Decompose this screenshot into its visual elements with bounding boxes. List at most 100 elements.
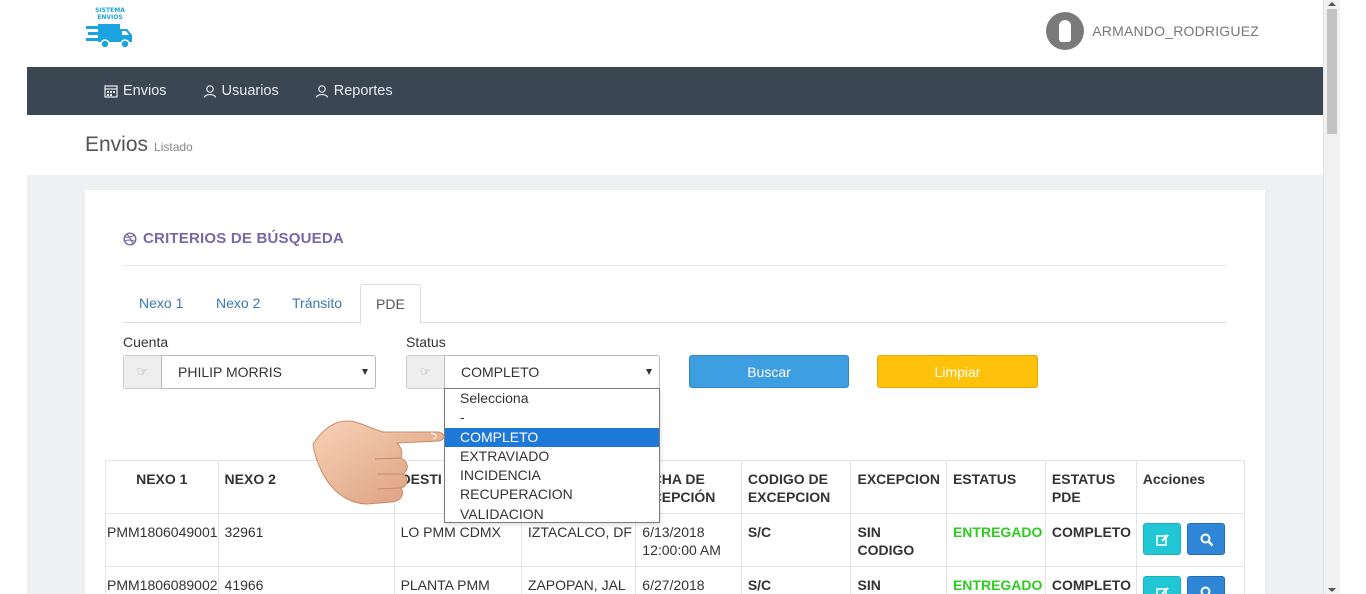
tab-nexo1[interactable]: Nexo 1 [124,284,198,323]
brand-line1: SISTEMA [95,7,125,14]
brand-line2: ENVIOS [97,14,123,21]
status-select[interactable]: COMPLETO [444,355,660,389]
buscar-button[interactable]: Buscar [689,355,849,388]
tab-pde[interactable]: PDE [360,284,421,324]
status-option-selected[interactable]: COMPLETO [445,427,659,447]
brand-logo-text: SISTEMA ENVIOS [93,7,127,21]
col-estatus[interactable]: ESTATUS [945,460,1046,514]
nav-usuarios-label: Usuarios [221,83,279,99]
cell-estatus-pde: COMPLETO [1044,513,1137,567]
scrollbar-thumb[interactable] [1327,9,1337,134]
page-subtitle: Listado [154,140,193,154]
divider [123,265,1226,266]
col-acciones: Acciones [1135,460,1246,514]
edit-button[interactable] [1142,523,1181,555]
caret-down-icon [646,369,652,375]
cell-nexo2: 41966 [217,566,395,594]
view-button[interactable] [1186,523,1225,555]
col-pde-l1: ESTATUS [1051,471,1116,487]
top-header: SISTEMA ENVIOS ARMANDO_RODRIGUEZ [27,0,1323,67]
cell-estatus: ENTREGADO [945,566,1046,594]
col-codigo[interactable]: CODIGO DE EXCEPCION [740,460,852,514]
avatar [1046,12,1085,50]
hand-point-icon: ☞ [123,355,161,389]
status-option[interactable]: INCIDENCIA [445,466,659,485]
truck-icon [86,24,132,49]
dribbble-icon [123,231,137,246]
cell-destino: PLANTA PMM [393,566,522,594]
status-group: ☞ COMPLETO [406,355,660,389]
cell-nexo2: 32961 [217,513,395,567]
calendar-icon [104,85,118,98]
scroll-up-icon[interactable] [1328,2,1336,6]
nav-reportes-label: Reportes [333,83,393,99]
col-estatus-pde[interactable]: ESTATUS PDE [1044,460,1137,514]
caret-down-icon [362,369,368,375]
table-row: PMM1806089002 41966 PLANTA PMM ZAPOPAN, … [105,566,1246,594]
cell-nexo1: PMM1806049001 [105,513,219,567]
col-codigo-l1: CODIGO DE [747,471,828,487]
envios-table: NEXO 1 NEXO 2 DESTI ECHA DE ECEPCIÓN CODI… [105,460,1246,594]
cell-codigo: S/C [740,566,852,594]
search-tabs: Nexo 1 Nexo 2 Tránsito PDE [123,284,1226,324]
cell-acciones [1135,513,1246,567]
cell-fecha: 6/27/2018 [635,566,742,594]
cell-excepcion: SIN CODIGO [850,513,947,567]
nav-reportes[interactable]: Reportes [315,83,393,99]
col-nexo1[interactable]: NEXO 1 [105,460,219,514]
cell-exc-l1: SIN [857,524,881,540]
search-icon [1200,533,1214,547]
status-option[interactable]: - [445,408,659,427]
tab-nexo2[interactable]: Nexo 2 [201,284,275,323]
page-title: Envios Listado [85,133,193,157]
edit-icon [1155,587,1169,594]
page-title-text: Envios [85,133,149,156]
col-pde-l2: PDE [1051,489,1081,505]
view-button[interactable] [1186,576,1225,594]
status-select-value: COMPLETO [461,364,540,380]
tab-transito[interactable]: Tránsito [277,284,357,323]
users-icon [203,85,216,98]
status-label: Status [406,334,446,350]
cell-ciudad: ZAPOPAN, JAL [520,566,637,594]
cuenta-select[interactable]: PHILIP MORRIS [161,355,376,389]
edit-icon [1155,534,1169,546]
search-criteria-heading: CRITERIOS DE BÚSQUEDA [123,230,344,247]
cell-excepcion: SIN [850,566,947,594]
scroll-down-icon[interactable] [1328,588,1336,592]
col-excepcion[interactable]: EXCEPCION [850,460,947,514]
vertical-scrollbar[interactable] [1323,0,1340,594]
cuenta-group: ☞ PHILIP MORRIS [123,355,376,389]
brand-logo[interactable]: SISTEMA ENVIOS [86,6,136,52]
pointing-hand-icon [312,420,445,505]
user-menu[interactable]: ARMANDO_RODRIGUEZ [1046,12,1259,50]
cell-estatus: ENTREGADO [945,513,1046,567]
users-icon [315,85,328,98]
cell-acciones [1135,566,1246,594]
limpiar-button[interactable]: Limpiar [877,355,1038,388]
search-icon [1200,586,1211,594]
cell-fecha-date: 6/13/2018 [642,524,705,540]
nav-usuarios[interactable]: Usuarios [203,83,279,99]
nav-envios-label: Envios [123,83,167,99]
status-option[interactable]: EXTRAVIADO [445,447,659,466]
col-codigo-l2: EXCEPCION [747,489,831,505]
status-dropdown-list: Selecciona - COMPLETO EXTRAVIADO INCIDEN… [444,388,660,523]
cell-nexo1: PMM1806089002 [105,566,219,594]
cell-estatus-pde: COMPLETO [1044,566,1137,594]
search-criteria-title: CRITERIOS DE BÚSQUEDA [143,230,344,247]
cuenta-label: Cuenta [123,334,169,350]
cell-fecha-time: 12:00:00 AM [642,542,721,558]
edit-button[interactable] [1142,576,1181,594]
table-row: PMM1806049001 32961 LO PMM CDMX IZTACALC… [105,513,1246,567]
main-navbar: Envios Usuarios Reportes [27,67,1323,115]
nav-envios[interactable]: Envios [104,83,167,99]
table-header-row: NEXO 1 NEXO 2 DESTI ECHA DE ECEPCIÓN CODI… [105,460,1246,514]
username: ARMANDO_RODRIGUEZ [1092,23,1259,39]
cell-codigo: S/C [740,513,852,567]
status-option[interactable]: VALIDACION [445,505,659,524]
cell-exc-l2: CODIGO [857,542,915,558]
status-option[interactable]: RECUPERACION [445,485,659,504]
status-option[interactable]: Selecciona [445,389,659,408]
cuenta-select-value: PHILIP MORRIS [178,364,282,380]
